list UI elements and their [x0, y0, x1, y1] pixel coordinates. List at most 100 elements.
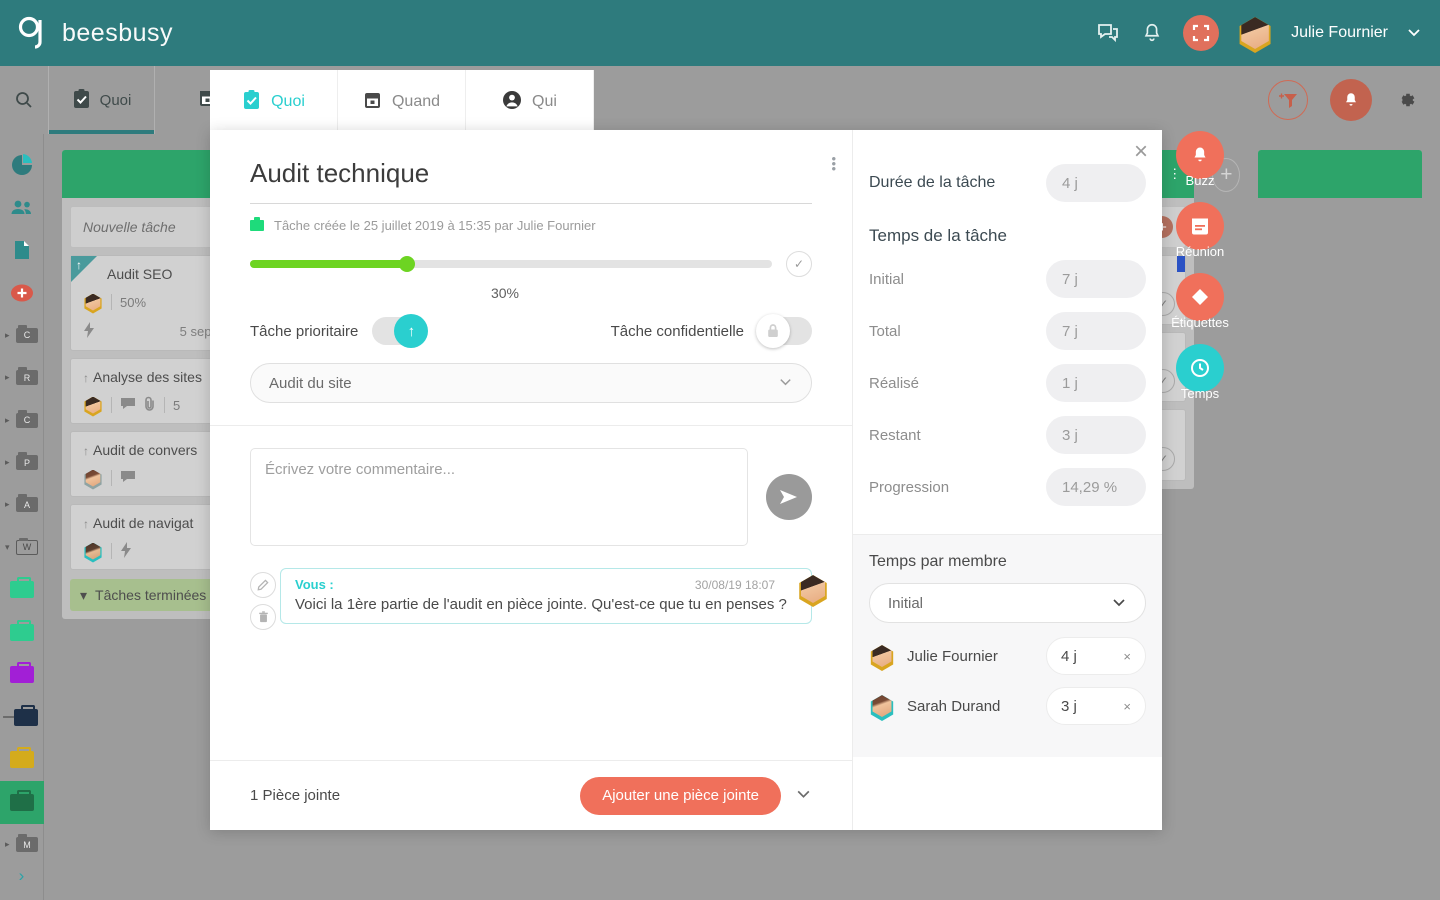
fab-buzz[interactable]: Buzz	[1176, 131, 1224, 188]
member-name: Sarah Durand	[907, 697, 1001, 715]
fab-label: Étiquettes	[1171, 315, 1229, 330]
sidebar-folder-r[interactable]: ▸ R	[0, 356, 44, 398]
comment-thread: Vous : 30/08/19 18:07 Voici la 1ère part…	[250, 568, 827, 630]
help-chat-icon[interactable]	[1095, 20, 1121, 46]
clipboard-check-icon	[242, 89, 261, 115]
time-label: Restant	[869, 426, 921, 444]
category-select[interactable]: Audit du site	[250, 363, 812, 403]
sidebar-project-green-1[interactable]	[0, 569, 44, 611]
sidebar-folder-p[interactable]: ▸ P	[0, 441, 44, 483]
add-attachment-button[interactable]: Ajouter une pièce jointe	[580, 776, 781, 815]
bell-icon[interactable]	[1139, 20, 1165, 46]
time-field[interactable]: 14,29 %	[1046, 468, 1146, 506]
floating-action-menu: Buzz Réunion Étiquettes Temps	[1171, 131, 1229, 401]
pencil-icon[interactable]	[250, 572, 276, 598]
priority-toggle[interactable]: ↑	[372, 314, 429, 348]
left-rail: ▸ C ▸ R ▸ C ▸ P ▸ A ▾ W ⟶ ▸ M ›	[0, 134, 44, 900]
nav-tab-quoi[interactable]: Quoi	[48, 66, 154, 134]
time-row-initial: Initial 7 j	[869, 260, 1146, 298]
chevron-right-icon: ▸	[5, 414, 10, 425]
top-header-actions: Julie Fournier	[1095, 15, 1440, 53]
chevron-down-icon	[778, 374, 793, 392]
brand-logo[interactable]: beesbusy	[0, 16, 173, 50]
close-icon[interactable]: ×	[1134, 140, 1148, 164]
task-card-navigation[interactable]: ↑ Audit de navigat	[70, 504, 223, 570]
task-toggles: Tâche prioritaire ↑ Tâche confidentielle	[250, 314, 812, 348]
send-icon[interactable]	[766, 474, 812, 520]
time-field[interactable]: 1 j	[1046, 364, 1146, 402]
modal-tab-qui[interactable]: Qui	[466, 70, 594, 134]
member-time-field[interactable]: 4 j ×	[1046, 637, 1146, 675]
trash-icon[interactable]	[250, 604, 276, 630]
page-title[interactable]: Audit technique	[250, 158, 812, 204]
chevron-down-icon[interactable]	[795, 785, 812, 806]
time-field[interactable]: 3 j	[1046, 416, 1146, 454]
sidebar-project-navy[interactable]: ⟶	[0, 696, 44, 738]
comment-icon	[120, 397, 136, 413]
settings-gear-icon[interactable]	[1394, 88, 1418, 112]
fab-etiquettes[interactable]: Étiquettes	[1171, 273, 1229, 330]
sidebar-project-purple[interactable]	[0, 654, 44, 696]
brand-name: beesbusy	[62, 18, 174, 47]
avatar	[83, 395, 103, 417]
confidential-toggle[interactable]	[756, 314, 812, 348]
dashboard-icon[interactable]	[0, 144, 44, 186]
arrow-up-icon: ↑	[83, 371, 89, 385]
time-field[interactable]: 7 j	[1046, 312, 1146, 350]
progress-slider[interactable]	[250, 256, 772, 272]
sidebar-folder-w[interactable]: ▾ W	[0, 526, 44, 568]
folder-icon: P	[16, 452, 38, 471]
fab-label: Buzz	[1185, 173, 1215, 188]
sidebar-folder-m[interactable]: ▸ M	[0, 824, 44, 866]
sidebar-folder-c-2[interactable]: ▸ C	[0, 399, 44, 441]
user-name[interactable]: Julie Fournier	[1291, 24, 1388, 42]
modal-main-panel: • • • Audit technique Tâche créée le 25 ju…	[210, 130, 852, 830]
completed-tasks-toggle[interactable]: ▾ Tâches terminées	[70, 579, 223, 611]
card-progress: 5	[173, 397, 181, 413]
member-time-field[interactable]: 3 j ×	[1046, 687, 1146, 725]
new-task-input[interactable]: Nouvelle tâche	[70, 206, 223, 248]
sidebar-folder-c-1[interactable]: ▸ C	[0, 314, 44, 356]
search-icon[interactable]	[0, 66, 48, 134]
add-icon[interactable]	[0, 271, 44, 313]
task-duration-field[interactable]: 4 j	[1046, 164, 1146, 202]
progress-slider-handle[interactable]	[398, 256, 415, 272]
modal-menu-icon[interactable]: • • •	[831, 152, 836, 175]
chevron-down-icon[interactable]	[1406, 24, 1422, 43]
clock-icon	[1176, 344, 1224, 392]
comment-icon	[120, 470, 136, 486]
sidebar-project-green-2[interactable]	[0, 611, 44, 653]
task-created-text: Tâche créée le 25 juillet 2019 à 15:35 p…	[274, 218, 596, 233]
fab-reunion[interactable]: Réunion	[1176, 202, 1224, 259]
remove-member-icon[interactable]: ×	[1123, 699, 1131, 714]
notification-icon[interactable]	[1330, 79, 1372, 121]
remove-member-icon[interactable]: ×	[1123, 649, 1131, 664]
task-card-analyse[interactable]: ↑ Analyse des sites 5	[70, 358, 223, 424]
comment-input[interactable]: Écrivez votre commentaire...	[250, 448, 748, 546]
time-label: Réalisé	[869, 374, 920, 392]
sidebar-folder-a[interactable]: ▸ A	[0, 484, 44, 526]
beesbusy-logo-icon	[18, 16, 52, 50]
team-icon[interactable]	[0, 186, 44, 228]
fab-temps[interactable]: Temps	[1176, 344, 1224, 401]
chevron-right-icon: ▸	[5, 372, 10, 383]
task-card-audit-seo[interactable]: ↑ Audit SEO 50% 5 sep	[70, 255, 223, 351]
sidebar-project-yellow[interactable]	[0, 739, 44, 781]
task-card-conversion[interactable]: ↑ Audit de convers	[70, 431, 223, 497]
document-icon[interactable]	[0, 229, 44, 271]
folder-icon: C	[16, 409, 38, 428]
add-filter-icon[interactable]	[1268, 80, 1308, 120]
chevron-down-icon	[1111, 594, 1127, 613]
time-field[interactable]: 7 j	[1046, 260, 1146, 298]
sidebar-project-selected[interactable]	[0, 781, 44, 824]
time-type-select[interactable]: Initial	[869, 583, 1146, 623]
modal-tab-quand[interactable]: Quand	[338, 70, 466, 134]
fullscreen-icon[interactable]	[1183, 15, 1220, 51]
modal-side-panel: × Durée de la tâche 4 j Temps de la tâch…	[852, 130, 1162, 830]
mark-complete-icon[interactable]: ✓	[786, 251, 812, 277]
chevron-right-icon: ▸	[5, 457, 10, 468]
bell-icon	[1176, 131, 1224, 179]
avatar[interactable]	[1237, 15, 1273, 53]
modal-tab-quoi[interactable]: Quoi	[210, 70, 338, 134]
rail-expand-button[interactable]: ›	[19, 866, 25, 900]
